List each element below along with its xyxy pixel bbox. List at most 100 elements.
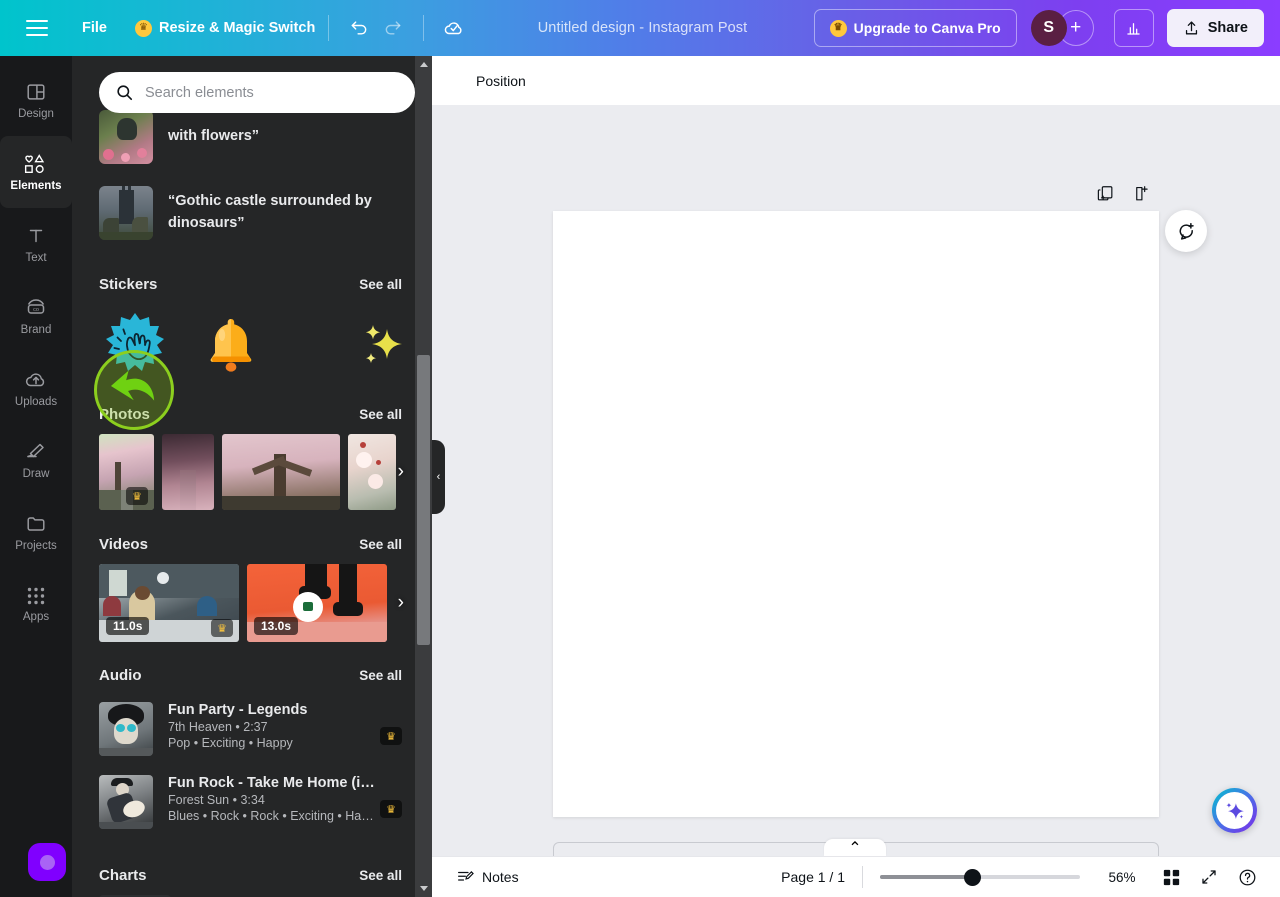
photos-strip[interactable]: ♛ › (72, 434, 432, 510)
list-item[interactable]: “Gothic castle surrounded by dinosaurs” (72, 178, 432, 248)
divider (423, 15, 425, 41)
bottom-bar: Notes Page 1 / 1 56% (432, 856, 1280, 897)
video-duration: 13.0s (254, 617, 299, 635)
canva-editor-window: File ♛ Resize & Magic Switch Untitled de… (0, 0, 1280, 897)
scrollbar-thumb[interactable] (417, 355, 430, 645)
collaborators: S + (1030, 10, 1094, 46)
audio-artwork (99, 775, 153, 829)
video-soccer-ball[interactable]: 13.0s (247, 564, 387, 642)
panel-scrollbar[interactable] (415, 56, 432, 897)
audio-info: Fun Party - Legends 7th Heaven • 2:37 Po… (168, 702, 307, 756)
magic-sparkle-icon[interactable] (1212, 788, 1257, 833)
clapping-hands-sticker[interactable] (99, 311, 171, 383)
photo-cherry-blossom-closeup[interactable] (348, 434, 396, 510)
canvas-area[interactable]: + Add page (432, 105, 1280, 897)
top-bar: File ♛ Resize & Magic Switch Untitled de… (0, 0, 1280, 56)
sidebar-item-elements[interactable]: Elements (0, 136, 72, 208)
audio-tags: Blues • Rock • Rock • Exciting • Happy..… (168, 809, 380, 823)
sidebar-label: Apps (22, 610, 50, 623)
hamburger-icon[interactable] (26, 20, 48, 36)
sidebar-label: Brand (20, 323, 52, 336)
notes-icon (458, 871, 474, 881)
panel-scroll-content: with flowers” “Gothic castle surrounded … (72, 56, 432, 897)
undo-icon[interactable] (342, 11, 376, 45)
search-icon (117, 85, 133, 101)
file-menu-button[interactable]: File (82, 20, 107, 36)
photos-next-arrow[interactable]: › (398, 461, 404, 483)
notes-button[interactable]: Notes (456, 868, 519, 886)
sidebar-item-design[interactable]: Design (0, 64, 72, 136)
position-button[interactable]: Position (476, 73, 526, 89)
zoom-percent[interactable]: 56% (1096, 870, 1148, 885)
divider (862, 866, 863, 888)
grid-view-icon[interactable] (1156, 862, 1186, 892)
audio-artwork (99, 702, 153, 756)
fullscreen-icon[interactable] (1194, 862, 1224, 892)
help-icon[interactable] (1232, 862, 1262, 892)
section-title: Videos (99, 536, 148, 553)
sidebar-label: Elements (10, 179, 62, 192)
sidebar-item-projects[interactable]: Projects (0, 496, 72, 568)
see-all-videos[interactable]: See all (359, 537, 402, 552)
page-tools (1096, 184, 1151, 208)
bell-sticker[interactable] (195, 311, 267, 383)
sidebar-item-apps[interactable]: Apps (0, 568, 72, 640)
sidebar-label: Text (25, 251, 47, 264)
sidebar-item-uploads[interactable]: Uploads (0, 352, 72, 424)
add-page-icon[interactable] (1132, 184, 1151, 208)
cloud-saved-icon[interactable] (437, 11, 471, 45)
sidebar-item-brand[interactable]: co Brand (0, 280, 72, 352)
add-comment-icon[interactable] (1165, 210, 1207, 252)
page-indicator[interactable]: Page 1 / 1 (781, 869, 845, 885)
design-page-canvas[interactable] (553, 211, 1159, 817)
scroll-up-arrow[interactable] (415, 56, 432, 73)
share-label: Share (1207, 20, 1248, 36)
see-all-charts[interactable]: See all (359, 868, 402, 883)
prompt-label: with flowers” (168, 128, 260, 145)
crown-icon: ♛ (134, 19, 152, 37)
editor-area: Position (432, 56, 1280, 897)
stats-icon[interactable] (1113, 9, 1154, 47)
collapse-panel-button[interactable]: ‹ (432, 440, 445, 514)
see-all-audio[interactable]: See all (359, 668, 402, 683)
search-input[interactable] (145, 84, 399, 101)
upgrade-to-pro-button[interactable]: ♛ Upgrade to Canva Pro (813, 9, 1017, 47)
video-office-team[interactable]: 11.0s ♛ (99, 564, 239, 642)
video-duration: 11.0s (106, 617, 150, 635)
sidebar-item-draw[interactable]: Draw (0, 424, 72, 496)
videos-strip[interactable]: 11.0s ♛ 13.0s › (72, 564, 432, 642)
see-all-stickers[interactable]: See all (359, 277, 402, 292)
see-all-photos[interactable]: See all (359, 407, 402, 422)
left-rail: Design Elements Text co Brand Uploads Dr… (0, 56, 72, 897)
sparkles-sticker[interactable] (343, 311, 415, 383)
prompt-label: “Gothic castle surrounded by dinosaurs” (168, 193, 372, 231)
redo-icon[interactable] (376, 11, 410, 45)
duplicate-page-icon[interactable] (1096, 184, 1115, 208)
avatar[interactable]: S (1030, 10, 1067, 46)
editor-toolbar: Position (432, 56, 1280, 105)
search-elements-box[interactable] (99, 72, 415, 113)
pro-badge: ♛ (211, 619, 233, 637)
timeline-expand-handle[interactable]: ⌃ (824, 839, 886, 857)
share-button[interactable]: Share (1166, 9, 1264, 47)
videos-next-arrow[interactable]: › (398, 592, 404, 614)
section-title: Charts (99, 867, 147, 884)
zoom-slider[interactable] (880, 867, 1080, 887)
audio-track-row[interactable]: Fun Party - Legends 7th Heaven • 2:37 Po… (72, 695, 432, 763)
divider (328, 15, 330, 41)
crown-icon: ♛ (829, 19, 847, 37)
photo-cherry-blossom-pathway[interactable] (162, 434, 214, 510)
audio-track-row[interactable]: Fun Rock - Take Me Home (instr... Forest… (72, 768, 432, 836)
resize-magic-switch-button[interactable]: ♛ Resize & Magic Switch (134, 19, 315, 37)
zoom-knob[interactable] (964, 868, 981, 886)
document-title[interactable]: Untitled design - Instagram Post (471, 20, 813, 36)
record-button[interactable] (28, 843, 66, 881)
magic-sparkle-inner (1216, 792, 1253, 829)
sidebar-item-text[interactable]: Text (0, 208, 72, 280)
photo-cherry-blossom-street[interactable]: ♛ (99, 434, 154, 510)
scroll-down-arrow[interactable] (415, 880, 432, 897)
section-title: Stickers (99, 276, 158, 293)
audio-title: Fun Party - Legends (168, 702, 308, 718)
photo-cherry-blossom-tree[interactable] (222, 434, 340, 510)
section-header-videos: Videos See all (72, 536, 432, 553)
